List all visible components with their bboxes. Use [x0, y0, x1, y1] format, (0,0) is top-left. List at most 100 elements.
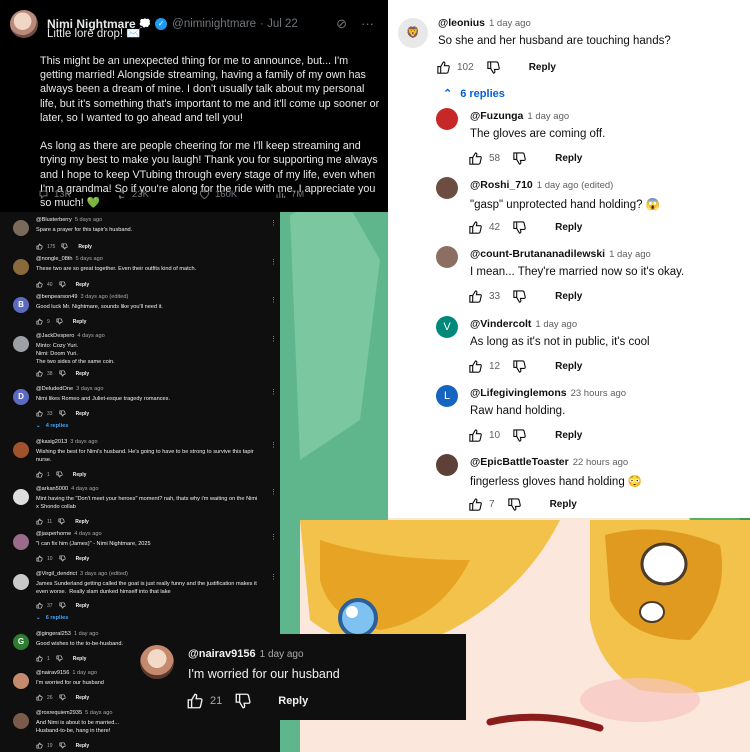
comment-author[interactable]: @roxrequiem2935 5 days ago — [36, 710, 112, 716]
reply-button[interactable]: Reply — [73, 472, 87, 478]
reply-button[interactable]: Reply — [76, 282, 90, 288]
thumbs-down-icon[interactable] — [59, 370, 66, 377]
commenter-avatar[interactable] — [13, 220, 29, 236]
thumbs-down-icon[interactable] — [512, 359, 527, 374]
comment-author[interactable]: @jasperhorne 4 days ago — [36, 531, 102, 537]
reply-button[interactable]: Reply — [73, 656, 87, 662]
thumbs-down-icon[interactable] — [512, 220, 527, 235]
thumbs-up-icon[interactable] — [36, 655, 43, 662]
thumbs-up-icon[interactable] — [468, 428, 483, 443]
comment-author[interactable]: @EpicBattleToaster 22 hours ago — [470, 456, 628, 468]
comment-author[interactable]: @Lifegivinglemons 23 hours ago — [470, 387, 626, 399]
reply-button[interactable]: Reply — [555, 361, 582, 372]
more-options-icon[interactable]: ⋮ — [270, 296, 277, 304]
thumbs-down-icon[interactable] — [234, 692, 252, 710]
thumbs-down-icon[interactable] — [59, 742, 66, 749]
thumbs-up-icon[interactable] — [36, 410, 43, 417]
commenter-avatar[interactable] — [13, 574, 29, 590]
reply-button[interactable]: Reply — [76, 371, 90, 377]
more-options-icon[interactable]: ⋮ — [270, 573, 277, 581]
reply-button[interactable]: Reply — [76, 743, 90, 749]
commenter-avatar[interactable]: G — [13, 634, 29, 650]
commenter-avatar[interactable] — [436, 177, 458, 200]
tweet-author-avatar[interactable] — [10, 10, 38, 38]
commenter-avatar[interactable]: D — [13, 389, 29, 405]
commenter-avatar[interactable] — [13, 713, 29, 729]
comment-author[interactable]: @count-Brutananadilewski 1 day ago — [470, 248, 651, 260]
commenter-avatar[interactable] — [140, 645, 174, 679]
more-options-icon[interactable]: ⋮ — [270, 219, 277, 227]
reply-button[interactable]: Reply — [555, 153, 582, 164]
thumbs-up-icon[interactable] — [36, 243, 43, 250]
thumbs-up-icon[interactable] — [468, 151, 483, 166]
thumbs-up-icon[interactable] — [468, 359, 483, 374]
toggle-replies-button[interactable]: ⌃ 6 replies — [443, 87, 505, 100]
commenter-avatar[interactable] — [13, 673, 29, 689]
commenter-avatar[interactable]: V — [436, 315, 458, 338]
thumbs-down-icon[interactable] — [59, 555, 66, 562]
thumbs-up-icon[interactable] — [36, 281, 43, 288]
reply-stat[interactable]: 13K — [38, 189, 116, 200]
comment-author[interactable]: @leonius 1 day ago — [438, 17, 531, 29]
more-options-icon[interactable]: ⋮ — [270, 488, 277, 496]
thumbs-up-icon[interactable] — [36, 742, 43, 749]
like-stat[interactable]: 160K — [199, 189, 275, 200]
views-stat[interactable]: 7M — [275, 189, 304, 200]
thumbs-up-icon[interactable] — [468, 220, 483, 235]
thumbs-up-icon[interactable] — [36, 555, 43, 562]
comment-author[interactable]: @kasig2013 3 days ago — [36, 439, 98, 445]
reply-button[interactable]: Reply — [76, 695, 90, 701]
comment-author[interactable]: @Blusterberry 5 days ago — [36, 217, 102, 223]
thumbs-up-icon[interactable] — [36, 471, 43, 478]
reply-button[interactable]: Reply — [555, 222, 582, 233]
lion-avatar-icon[interactable]: 🦁 — [398, 18, 428, 48]
commenter-avatar[interactable] — [13, 489, 29, 505]
thumbs-up-icon[interactable] — [186, 692, 204, 710]
thumbs-up-icon[interactable] — [468, 289, 483, 304]
reply-button[interactable]: Reply — [76, 556, 90, 562]
thumbs-up-icon[interactable] — [436, 60, 451, 75]
thumbs-up-icon[interactable] — [36, 694, 43, 701]
thumbs-down-icon[interactable] — [56, 318, 63, 325]
comment-author[interactable]: @JackDespero 4 days ago — [36, 333, 105, 339]
thumbs-up-icon[interactable] — [36, 518, 43, 525]
commenter-avatar[interactable] — [436, 108, 458, 130]
thumbs-up-icon[interactable] — [36, 370, 43, 377]
commenter-avatar[interactable] — [436, 454, 458, 476]
thumbs-up-icon[interactable] — [36, 318, 43, 325]
comment-author[interactable]: @nongle_08th 5 days ago — [36, 256, 103, 262]
thumbs-down-icon[interactable] — [59, 410, 66, 417]
tweet-date[interactable]: · Jul 22 — [260, 18, 298, 30]
commenter-avatar[interactable] — [13, 534, 29, 550]
reply-button[interactable]: Reply — [76, 603, 90, 609]
thumbs-down-icon[interactable] — [486, 60, 501, 75]
more-options-icon[interactable]: ··· — [361, 16, 374, 32]
reply-button[interactable]: Reply — [555, 291, 582, 302]
comment-author[interactable]: @arkan5000 4 days ago — [36, 486, 99, 492]
more-options-icon[interactable]: ⋮ — [270, 388, 277, 396]
comment-author[interactable]: @Fuzunga 1 day ago — [470, 110, 569, 122]
grok-icon[interactable]: ⊘ — [336, 16, 347, 32]
more-options-icon[interactable]: ⋮ — [270, 258, 277, 266]
thumbs-down-icon[interactable] — [61, 243, 68, 250]
thumbs-down-icon[interactable] — [507, 497, 522, 512]
thumbs-down-icon[interactable] — [59, 281, 66, 288]
commenter-avatar[interactable] — [436, 246, 458, 269]
repost-stat[interactable]: 23K — [116, 189, 199, 200]
thumbs-down-icon[interactable] — [58, 518, 65, 525]
thumbs-down-icon[interactable] — [59, 694, 66, 701]
thumbs-down-icon[interactable] — [512, 428, 527, 443]
comment-author[interactable]: @nairav9156 1 day ago — [188, 648, 304, 660]
comment-author[interactable]: @Vindercolt 1 day ago — [470, 318, 577, 330]
more-options-icon[interactable]: ⋮ — [270, 441, 277, 449]
tweet-author-handle[interactable]: @niminightmare — [172, 18, 256, 30]
comment-author[interactable]: @Roshi_710 1 day ago (edited) — [470, 179, 613, 191]
thumbs-down-icon[interactable] — [56, 471, 63, 478]
reply-button[interactable]: Reply — [76, 411, 90, 417]
reply-button[interactable]: Reply — [78, 244, 92, 250]
more-options-icon[interactable]: ⋮ — [270, 335, 277, 343]
reply-button[interactable]: Reply — [278, 695, 308, 707]
reply-button[interactable]: Reply — [529, 62, 556, 73]
thumbs-down-icon[interactable] — [56, 655, 63, 662]
reply-button[interactable]: Reply — [75, 519, 89, 525]
